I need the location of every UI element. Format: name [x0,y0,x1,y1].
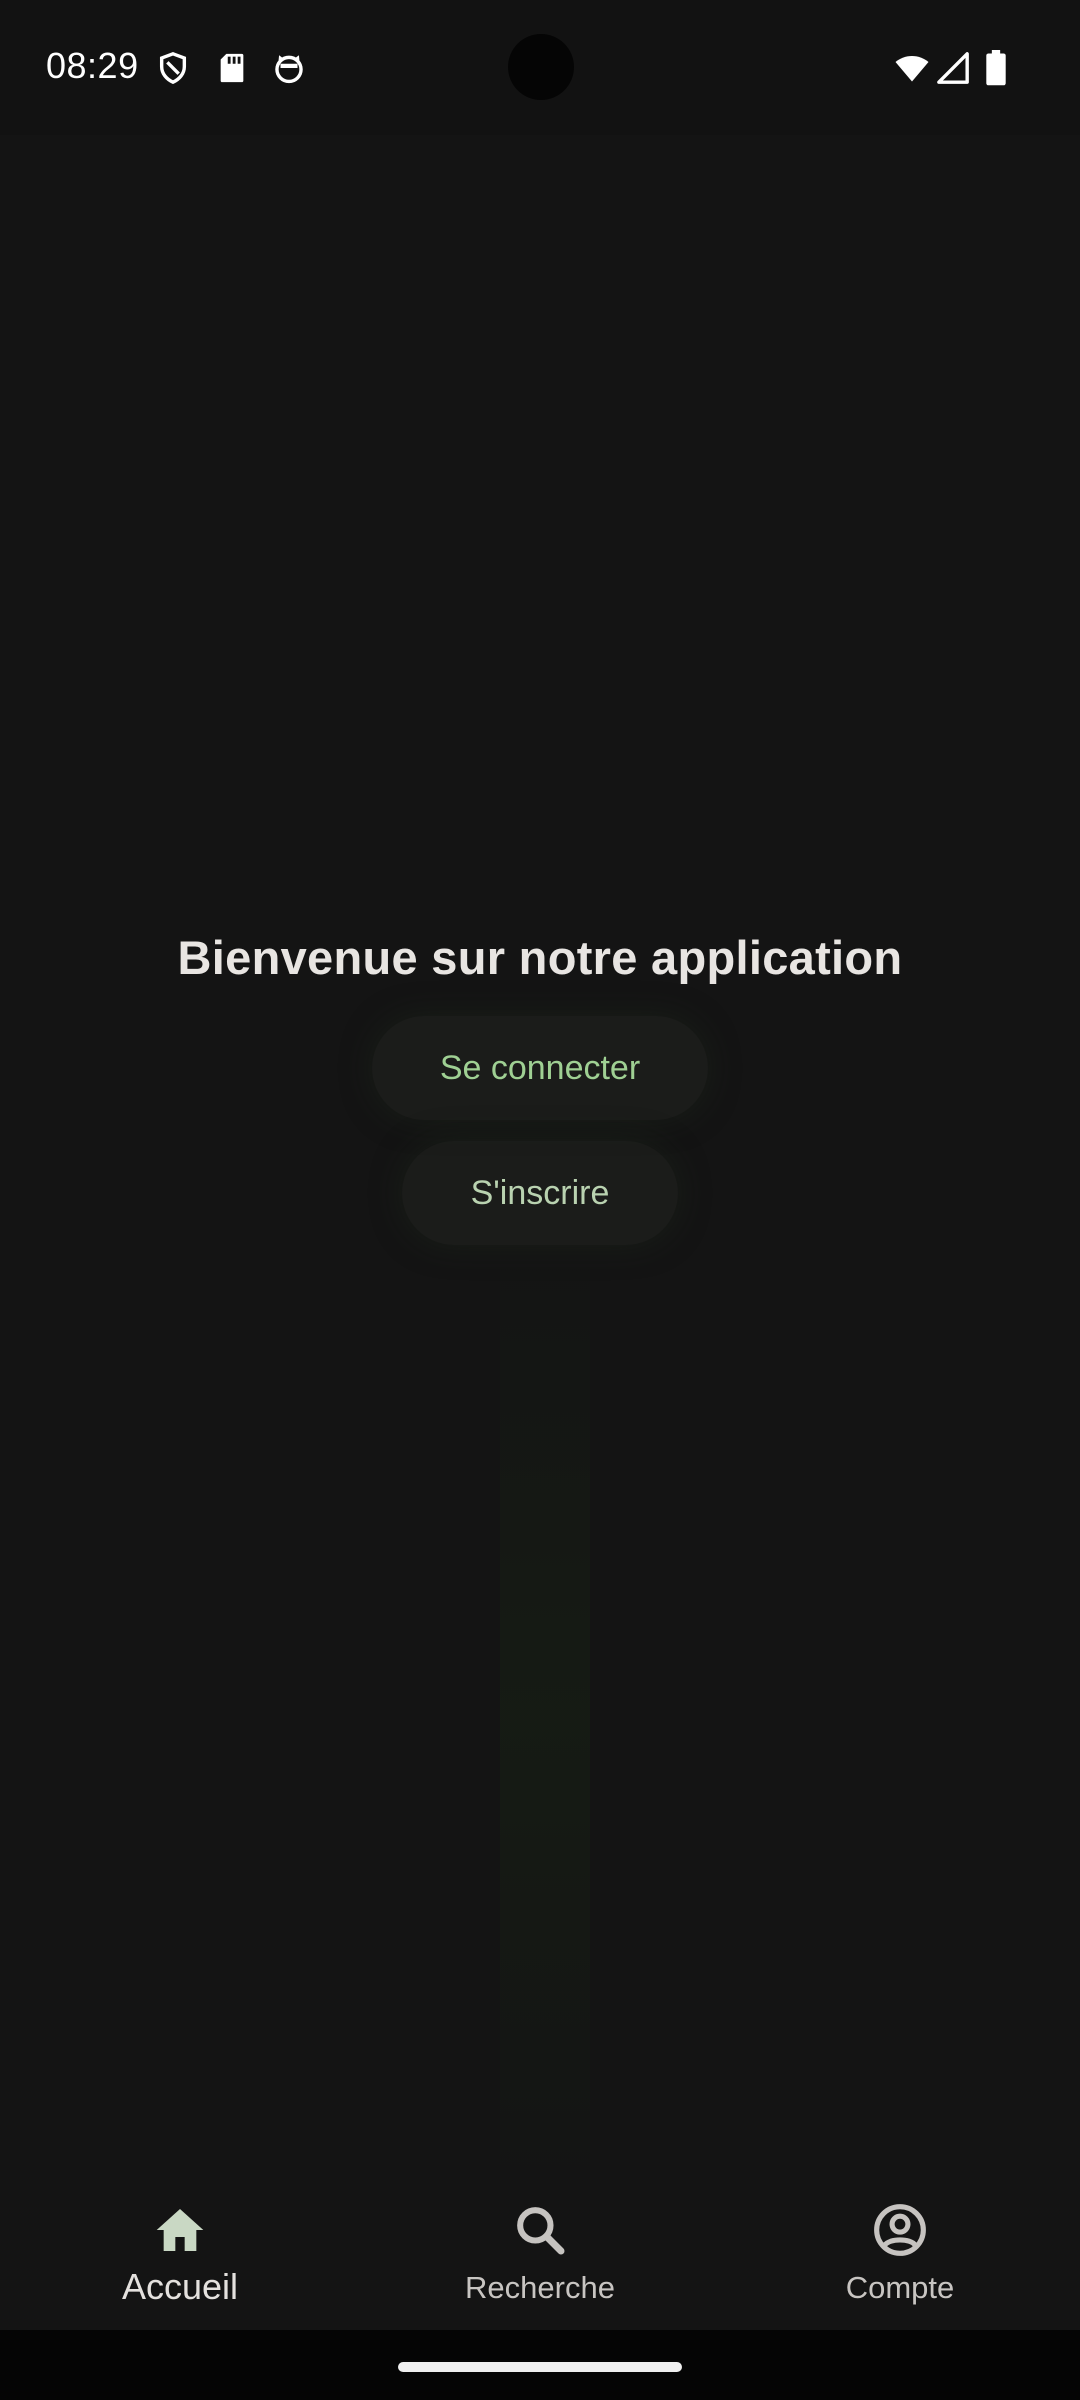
app-screen: 08:29 Bienvenue sur notre application Se… [0,0,1080,2400]
bottom-navigation: Accueil Recherche Compte [0,2180,1080,2330]
cat-face-icon [272,50,306,86]
nav-label-home: Accueil [121,2266,239,2307]
home-gesture-handle[interactable] [398,2362,682,2372]
nav-label-search: Recherche [465,2270,615,2305]
home-icon [152,2202,208,2258]
shield-icon [156,50,190,86]
background-glow [500,1240,590,2200]
sd-card-icon [215,50,249,86]
nav-item-account[interactable]: Compte [770,2202,1030,2306]
nav-item-search[interactable]: Recherche [410,2202,670,2306]
status-bar: 08:29 [0,0,1080,135]
system-navigation-bar [0,2330,1080,2400]
wifi-icon [892,50,932,86]
login-button[interactable]: Se connecter [372,1016,708,1120]
nav-item-home[interactable]: Accueil [50,2202,310,2308]
account-circle-icon [872,2202,928,2258]
nav-label-account: Compte [845,2270,955,2305]
status-time: 08:29 [46,45,139,86]
cellular-signal-icon [936,50,970,86]
battery-icon [982,50,1010,86]
signup-button[interactable]: S'inscrire [402,1141,678,1245]
welcome-title: Bienvenue sur notre application [177,931,903,984]
search-icon [512,2202,568,2258]
camera-cutout [508,34,574,100]
